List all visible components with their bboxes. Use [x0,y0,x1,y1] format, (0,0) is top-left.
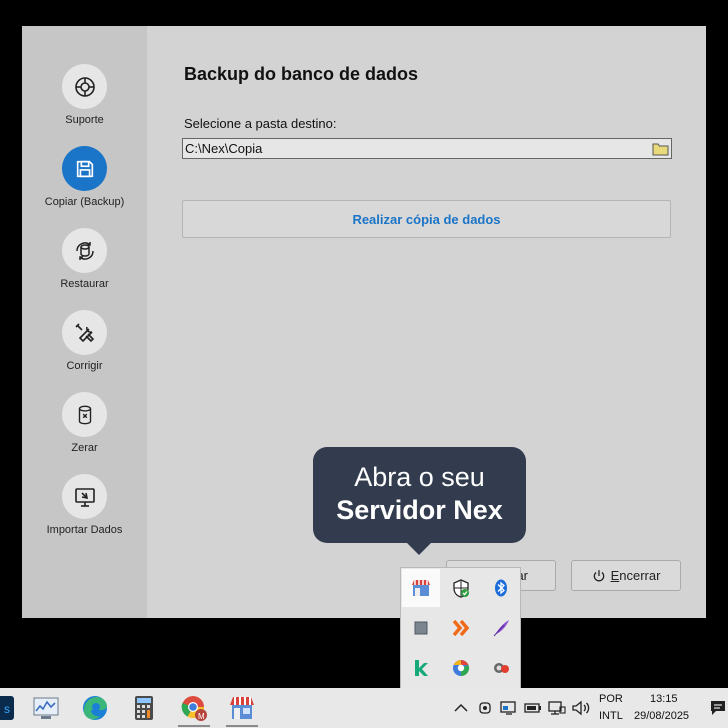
edge-icon[interactable] [73,688,117,728]
store-icon[interactable] [220,688,264,728]
bluetooth-icon[interactable] [482,569,520,607]
sidebar-item-restaurar[interactable]: Restaurar [22,228,147,298]
clock-time[interactable]: 13:15 [650,693,678,705]
tooltip-line1: Abra o seu [354,462,485,492]
network-icon[interactable] [546,688,568,728]
tools-icon [62,310,107,355]
sidebar-item-label: Zerar [71,442,98,454]
chrome-icon[interactable]: M [172,688,216,728]
folder-icon[interactable] [651,140,669,157]
sidebar-item-label: Corrigir [66,360,103,372]
display-settings-icon[interactable] [498,688,520,728]
security-shield-icon[interactable] [442,569,480,607]
battery-icon[interactable] [522,688,544,728]
nex-server-store-icon[interactable] [402,569,440,607]
power-icon [592,569,606,583]
green-k-icon[interactable] [402,649,440,687]
clock-date[interactable]: 29/08/2025 [634,710,689,722]
sidebar-item-label: Suporte [65,114,104,126]
page-title: Backup do banco de dados [184,64,419,84]
taskbar: s M POR INTL 13:15 29/08/2025 [0,688,728,728]
sidebar-item-label: Importar Dados [46,524,123,536]
chevron-up-icon[interactable] [450,688,472,728]
tooltip-line2: Servidor Nex [336,495,503,525]
sidebar-item-label: Copiar (Backup) [44,196,125,208]
import-icon [62,474,107,519]
sidebar-item-corrigir[interactable]: Corrigir [22,310,147,380]
notification-icon[interactable] [708,688,728,728]
destination-path-value: C:\Nex\Copia [185,141,263,156]
language-indicator-line2[interactable]: INTL [599,710,623,722]
sidebar-item-suporte[interactable]: Suporte [22,64,147,134]
meet-now-icon[interactable] [475,688,495,728]
orange-chevrons-icon[interactable] [442,609,480,647]
encerrar-label: ncerrar [619,568,661,583]
svg-text:M: M [198,712,205,721]
sidebar-item-importar-dados[interactable]: Importar Dados [22,474,147,544]
language-indicator-line1[interactable]: POR [599,693,623,705]
sidebar-item-label: Restaurar [60,278,109,290]
ps-app-icon[interactable]: s [0,688,22,728]
purple-feather-icon[interactable] [482,609,520,647]
encerrar-button[interactable]: Encerrar [571,560,681,591]
open-server-tooltip: Abra o seu Servidor Nex [313,447,526,543]
calculator-icon[interactable] [122,688,166,728]
browser-icon[interactable] [442,649,480,687]
sidebar-item-copiar-backup[interactable]: Copiar (Backup) [22,146,147,216]
destination-label: Selecione a pasta destino: [184,116,337,131]
realizar-copia-button[interactable]: Realizar cópia de dados [182,200,671,238]
lifebuoy-icon [62,64,107,109]
restore-database-icon [62,228,107,273]
sidebar-item-zerar[interactable]: Zerar [22,392,147,462]
volume-icon[interactable] [570,688,592,728]
sidebar: Suporte Copiar (Backup) Restaurar Corrig… [22,26,147,618]
svg-text:s: s [4,702,10,716]
gray-square-icon[interactable] [402,609,440,647]
tray-overflow-popup [400,567,521,689]
tooltip-arrow [406,542,432,555]
save-icon [62,146,107,191]
performance-monitor-icon[interactable] [24,688,68,728]
clear-database-icon [62,392,107,437]
encerrar-mnemonic: E [610,568,620,583]
reddot-app-icon[interactable] [482,649,520,687]
destination-path-field[interactable]: C:\Nex\Copia [182,138,672,159]
